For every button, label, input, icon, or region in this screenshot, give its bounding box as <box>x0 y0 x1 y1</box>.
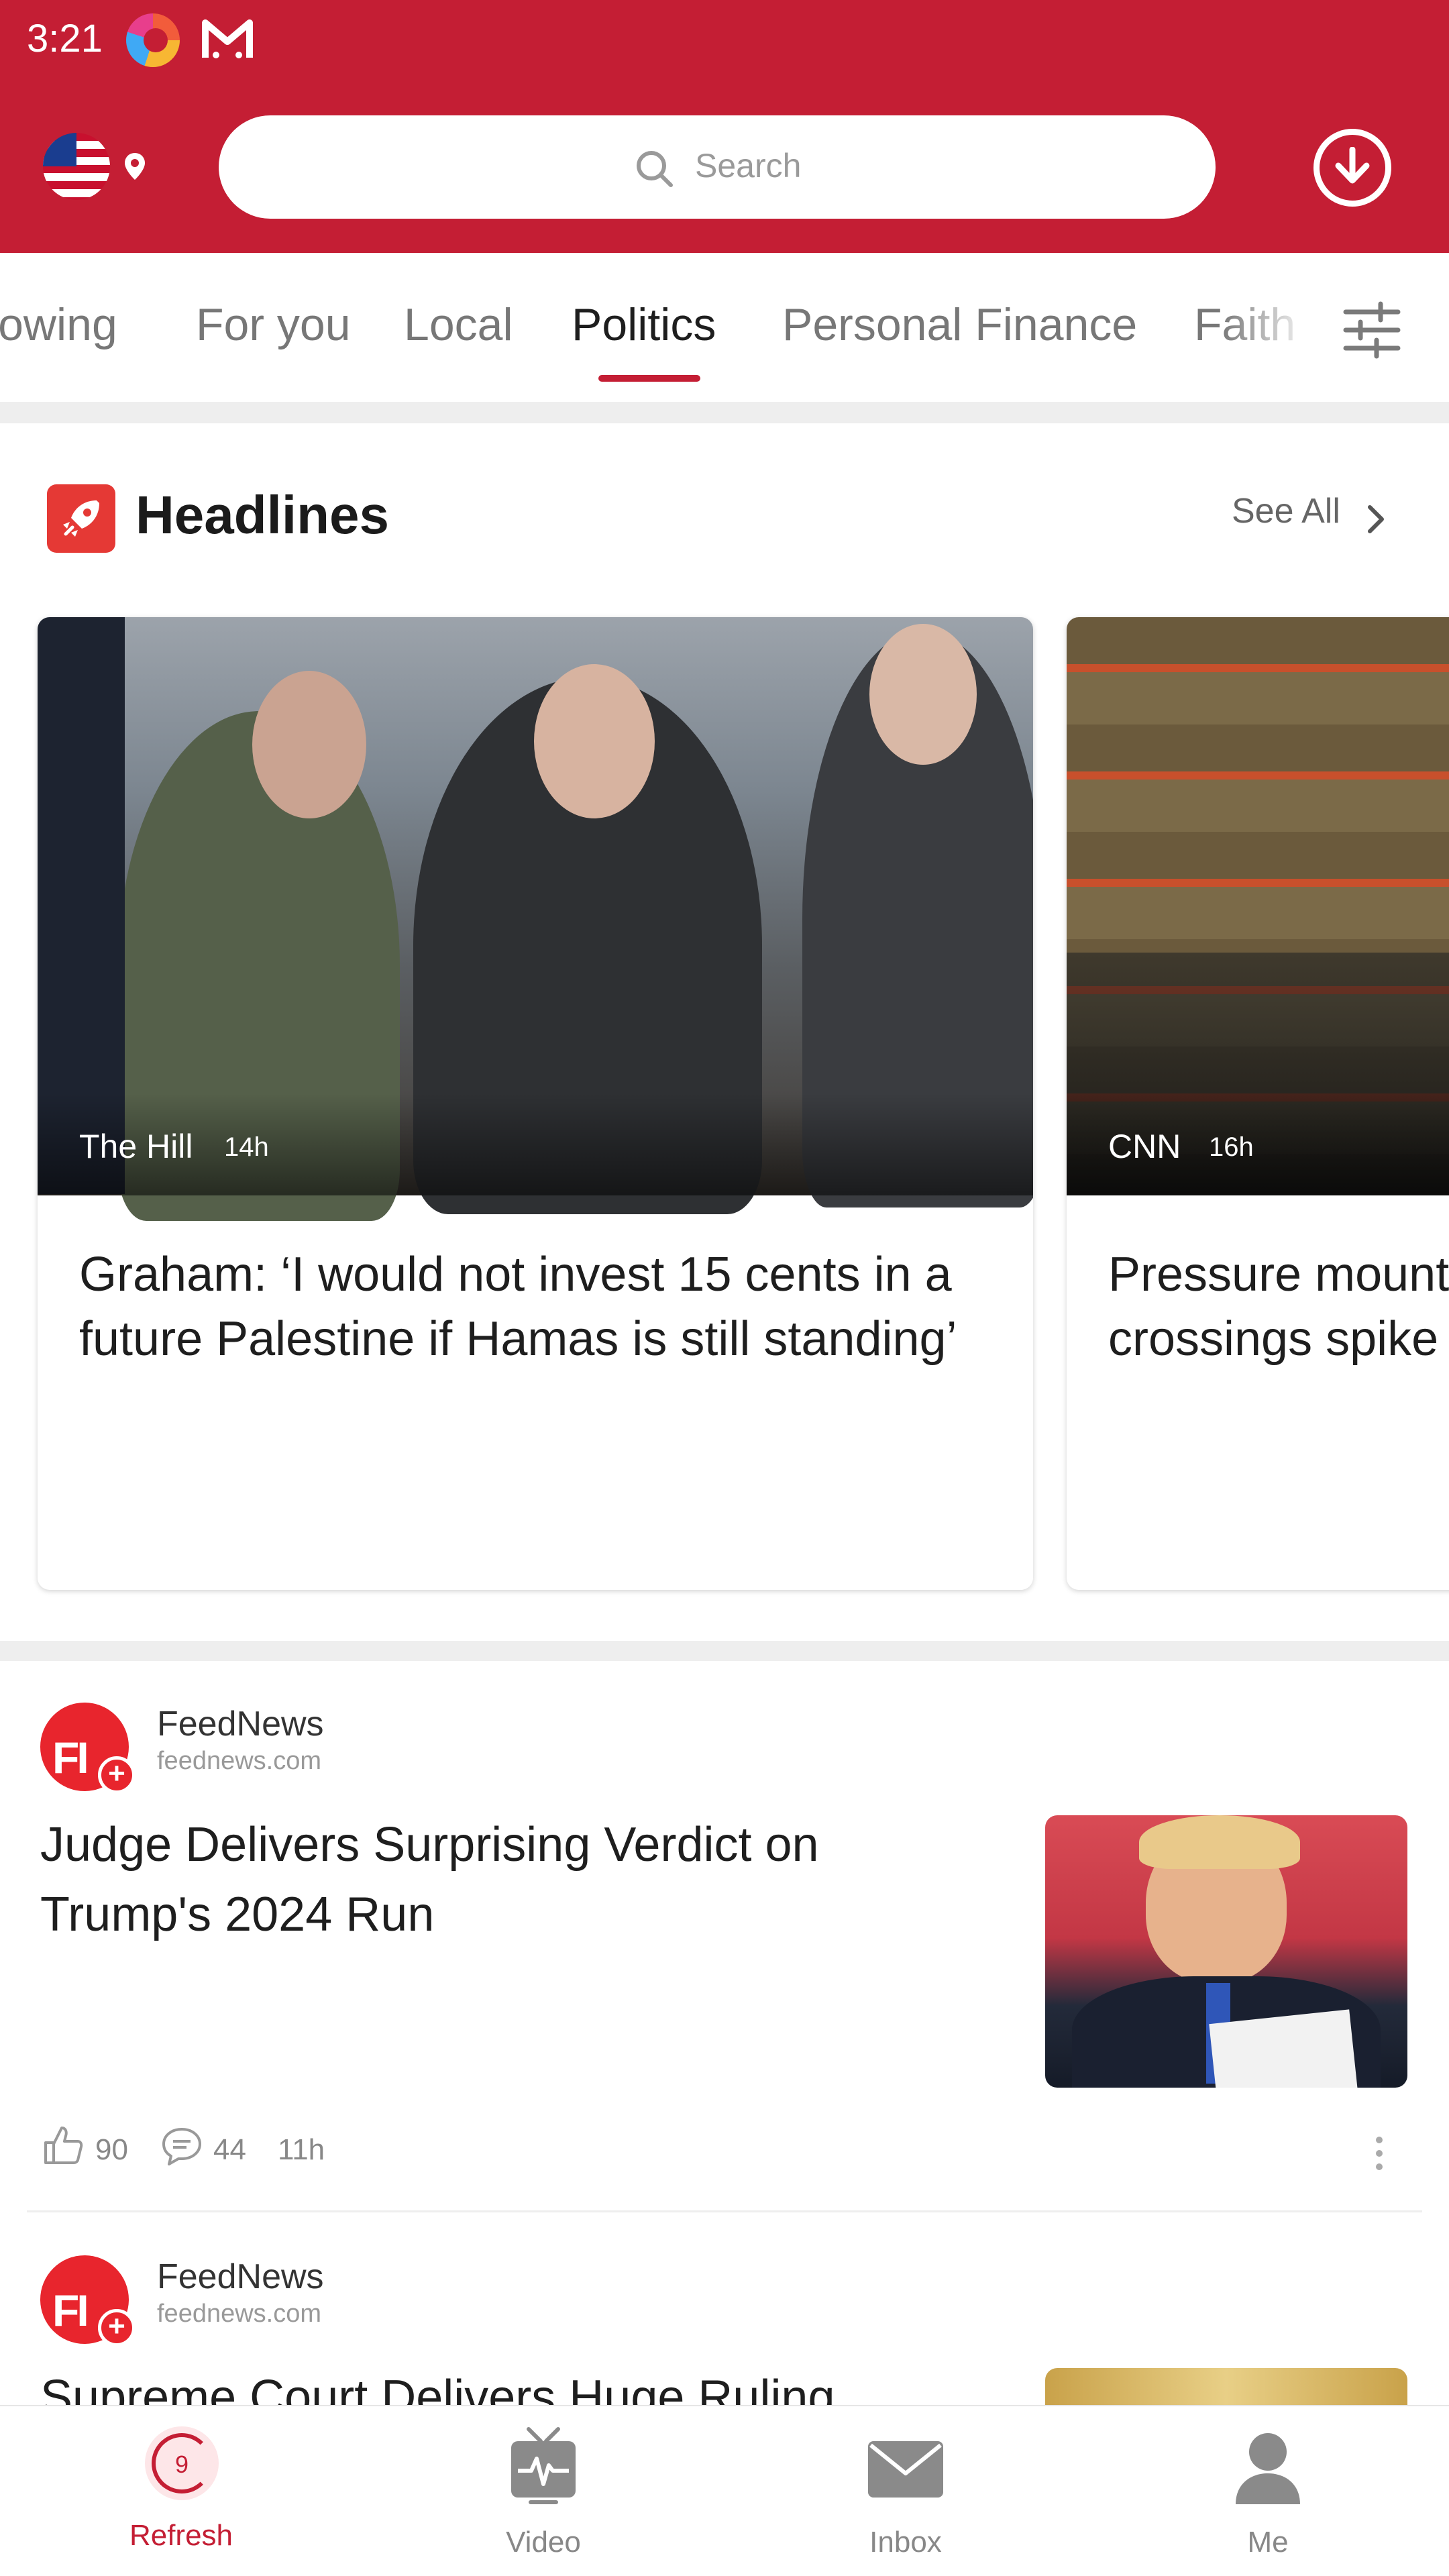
card-time: 16h <box>1209 1132 1254 1162</box>
nav-label: Refresh <box>129 2519 233 2552</box>
tab-for-you[interactable]: For you <box>196 299 351 351</box>
filter-settings-icon[interactable] <box>1342 300 1402 360</box>
nav-label: Inbox <box>869 2526 942 2559</box>
nav-video[interactable]: Video <box>362 2406 724 2576</box>
tab-politics[interactable]: Politics <box>572 299 716 351</box>
nav-label: Video <box>506 2526 581 2559</box>
download-icon <box>1335 147 1370 184</box>
publisher-logo[interactable]: FI + <box>40 1703 136 1794</box>
publisher-domain: feednews.com <box>157 2300 322 2328</box>
comment-icon[interactable] <box>160 2125 204 2167</box>
nav-label: Me <box>1247 2526 1289 2559</box>
card-source: The Hill <box>79 1128 193 1165</box>
download-button[interactable] <box>1313 129 1391 207</box>
gmail-notification-icon <box>202 19 253 58</box>
nav-refresh[interactable]: 9 Refresh <box>0 2406 362 2576</box>
feed-headline[interactable]: Judge Delivers Surprising Verdict on Tru… <box>40 1810 993 1949</box>
search-bar[interactable]: Search <box>219 115 1216 219</box>
tv-icon <box>511 2427 576 2504</box>
headlines-title: Headlines <box>136 485 389 545</box>
follow-plus-icon[interactable]: + <box>98 2309 136 2347</box>
person-icon <box>1236 2433 1300 2504</box>
nav-me[interactable]: Me <box>1087 2406 1449 2576</box>
section-divider <box>0 402 1449 423</box>
thumbs-up-icon[interactable] <box>42 2124 85 2167</box>
see-all-link[interactable]: See All <box>1232 491 1340 531</box>
headline-card[interactable]: The Hill 14h Graham: ‘I would not invest… <box>38 617 1033 1590</box>
publisher-name[interactable]: FeedNews <box>157 2257 324 2297</box>
tab-local[interactable]: Local <box>404 299 513 351</box>
app-header: 3:21 Search <box>0 0 1449 253</box>
refresh-badge: 9 <box>174 2451 189 2478</box>
status-time: 3:21 <box>27 17 103 60</box>
refresh-icon: 9 <box>145 2426 219 2500</box>
comment-count: 44 <box>213 2133 246 2166</box>
location-pin-icon[interactable] <box>123 152 146 181</box>
tab-following[interactable]: lowing <box>0 299 117 351</box>
section-divider <box>0 1641 1449 1661</box>
nav-inbox[interactable]: Inbox <box>724 2406 1087 2576</box>
tab-fade-overlay <box>1221 253 1449 402</box>
feed-divider <box>27 2210 1422 2212</box>
post-age: 11h <box>278 2133 325 2166</box>
publisher-name[interactable]: FeedNews <box>157 1704 324 1744</box>
search-icon <box>637 151 673 187</box>
browser-notification-icon <box>126 13 180 67</box>
mail-icon <box>868 2441 943 2498</box>
search-placeholder: Search <box>695 147 802 184</box>
more-options-icon[interactable] <box>1374 2135 1385 2172</box>
chevron-right-icon[interactable] <box>1363 502 1390 537</box>
category-tabs: lowing For you Local Politics Personal F… <box>0 253 1449 402</box>
follow-plus-icon[interactable]: + <box>98 1756 136 1794</box>
active-tab-indicator <box>598 375 700 382</box>
tab-personal-finance[interactable]: Personal Finance <box>782 299 1137 351</box>
feed-thumbnail[interactable] <box>1045 1815 1407 2088</box>
publisher-logo[interactable]: FI + <box>40 2255 136 2347</box>
publisher-domain: feednews.com <box>157 1747 322 1775</box>
headline-card[interactable]: CNN 16h Pressure mount crossings spike <box>1067 617 1449 1590</box>
us-flag-icon[interactable] <box>43 133 110 200</box>
card-headline: Pressure mount crossings spike <box>1108 1248 1449 1366</box>
card-time: 14h <box>224 1132 269 1162</box>
card-headline: Graham: ‘I would not invest 15 cents in … <box>79 1248 957 1366</box>
card-source: CNN <box>1108 1128 1181 1165</box>
like-count: 90 <box>95 2133 128 2166</box>
bottom-navigation: 9 Refresh Video Inbox Me <box>0 2405 1449 2576</box>
rocket-icon <box>47 484 115 553</box>
